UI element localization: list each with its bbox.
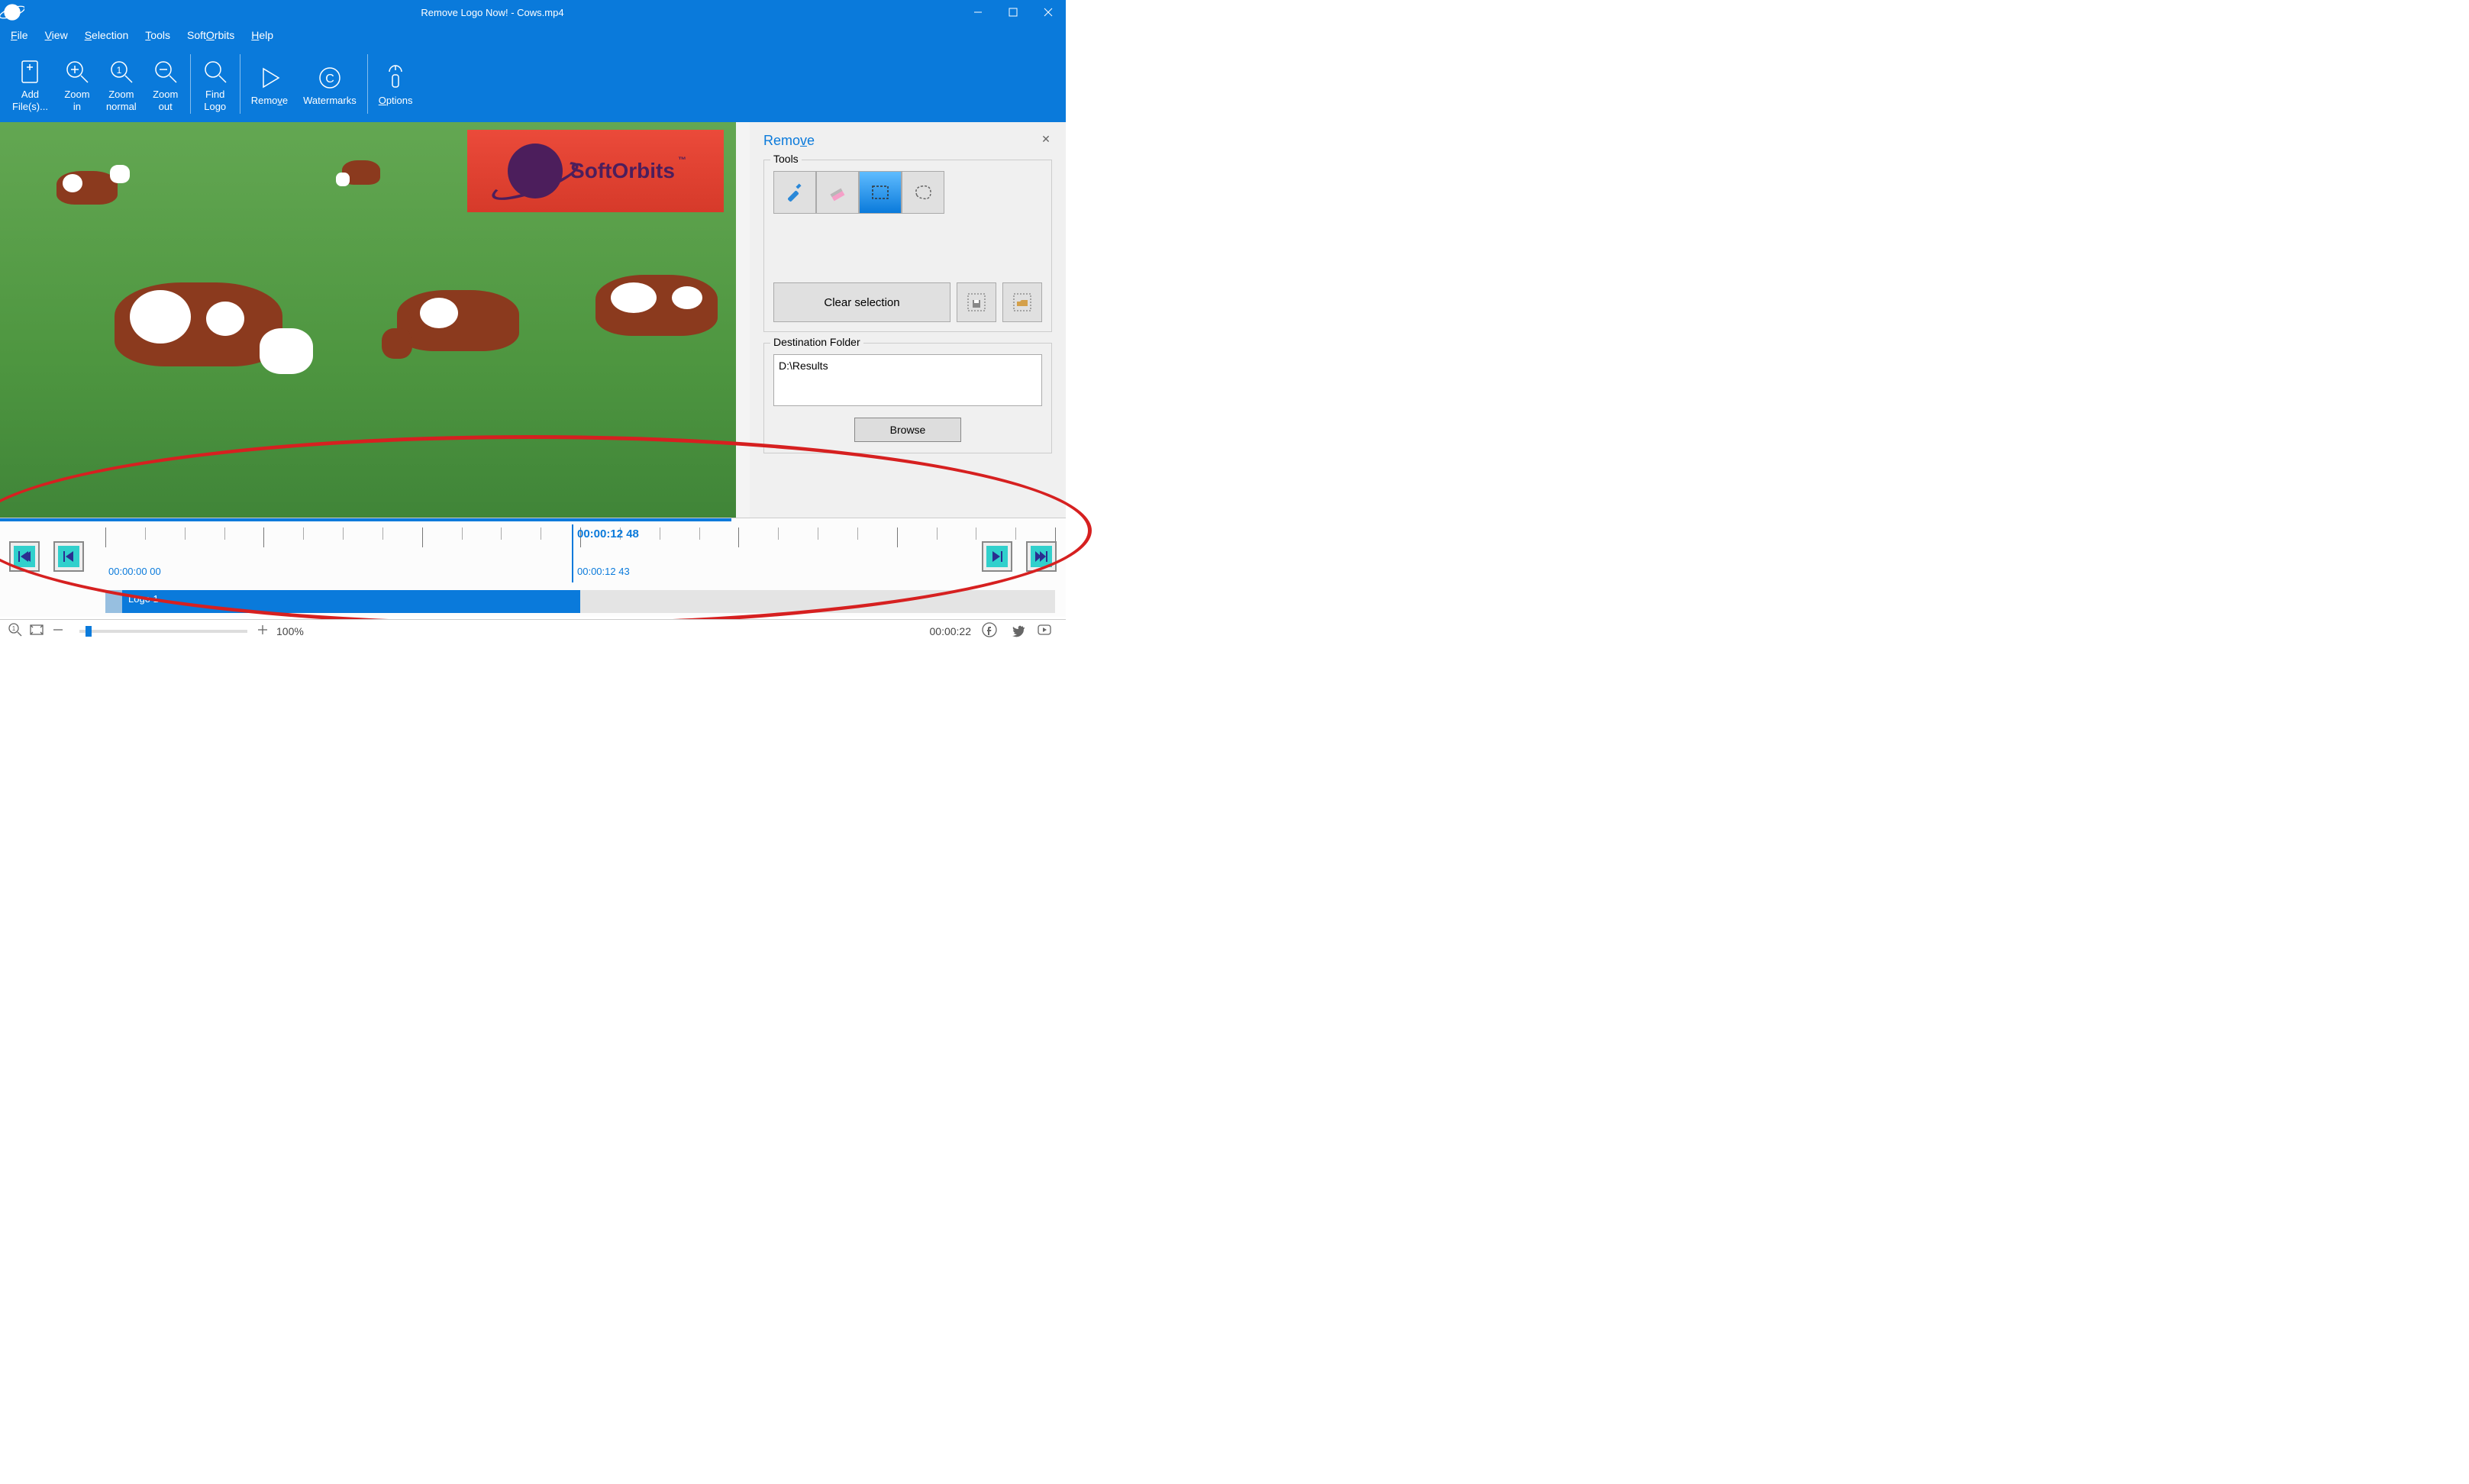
zoom-slider[interactable] [79, 630, 247, 633]
tools-group: Tools Clear selection [763, 160, 1052, 332]
zoom-actual-icon[interactable]: 1 [8, 622, 23, 640]
timeline-marker-bottom-timestamp: 00:00:12 43 [577, 566, 630, 577]
add-file-icon [16, 55, 44, 89]
find-logo-icon [202, 55, 229, 89]
options-button[interactable]: Options [371, 56, 421, 111]
zoom-minus-icon[interactable] [50, 622, 66, 640]
options-icon [382, 61, 409, 95]
menu-softorbits[interactable]: SoftOrbits [187, 29, 234, 41]
freeform-select-tool-button[interactable] [902, 171, 944, 214]
add-files-button[interactable]: AddFile(s)... [5, 50, 56, 117]
video-preview[interactable]: SoftOrbits™ [0, 122, 736, 518]
logo-clip[interactable]: Logo 1 [122, 590, 580, 613]
panel-title: Remove [763, 133, 1052, 149]
logo-watermark-overlay: SoftOrbits™ [467, 130, 724, 212]
menu-file[interactable]: File [11, 29, 28, 41]
playhead[interactable] [572, 524, 573, 582]
panel-close-button[interactable]: ✕ [1040, 133, 1052, 145]
zoom-out-icon [152, 55, 179, 89]
zoom-plus-icon[interactable] [255, 622, 270, 640]
browse-button[interactable]: Browse [854, 418, 961, 442]
rectangle-select-tool-button[interactable] [859, 171, 902, 214]
zoom-fit-icon[interactable] [29, 622, 44, 640]
timeline-marker-top-timestamp: 00:00:12 48 [577, 527, 639, 540]
app-icon [0, 0, 24, 24]
destination-path-input[interactable] [773, 354, 1042, 406]
youtube-icon[interactable] [1037, 622, 1052, 640]
remove-button[interactable]: Remove [244, 56, 295, 111]
load-selection-button[interactable] [1002, 282, 1042, 322]
eraser-tool-button[interactable] [816, 171, 859, 214]
zoom-normal-button[interactable]: 1 Zoomnormal [98, 50, 144, 117]
ribbon-separator [367, 54, 368, 114]
facebook-icon[interactable] [982, 622, 997, 640]
rewind-to-start-button[interactable] [9, 541, 40, 572]
destination-legend: Destination Folder [770, 336, 863, 348]
svg-text:1: 1 [12, 625, 16, 632]
window-title: Remove Logo Now! - Cows.mp4 [24, 7, 960, 18]
zoom-out-button[interactable]: Zoomout [144, 50, 187, 117]
menu-tools[interactable]: Tools [145, 29, 170, 41]
svg-text:C: C [325, 73, 334, 85]
menu-bar: File View Selection Tools SoftOrbits Hel… [0, 24, 1066, 46]
ribbon-toolbar: AddFile(s)... Zoomin 1 Zoomnormal Zoomou… [0, 46, 1066, 122]
menu-view[interactable]: View [45, 29, 68, 41]
close-button[interactable] [1031, 0, 1066, 24]
save-selection-button[interactable] [957, 282, 996, 322]
title-bar: Remove Logo Now! - Cows.mp4 [0, 0, 1066, 24]
vertical-scrollbar[interactable] [736, 122, 750, 518]
timeline-start-timestamp: 00:00:00 00 [108, 566, 161, 577]
zoom-percent-label: 100% [276, 625, 304, 637]
duration-label: 00:00:22 [930, 625, 972, 637]
watermarks-icon: C [316, 61, 344, 95]
destination-group: Destination Folder Browse [763, 343, 1052, 453]
twitter-icon[interactable] [1009, 622, 1025, 640]
minimize-button[interactable] [960, 0, 996, 24]
ribbon-separator [190, 54, 191, 114]
step-back-button[interactable] [53, 541, 84, 572]
menu-help[interactable]: Help [251, 29, 273, 41]
menu-selection[interactable]: Selection [85, 29, 129, 41]
maximize-button[interactable] [996, 0, 1031, 24]
zoom-normal-icon: 1 [108, 55, 135, 89]
tools-legend: Tools [770, 153, 802, 165]
marker-tool-button[interactable] [773, 171, 816, 214]
play-icon [256, 61, 283, 95]
logo-track[interactable]: Logo 1 [105, 590, 1055, 613]
side-panel: Remove ✕ Tools Clear selection Destinati… [750, 122, 1066, 518]
zoom-in-button[interactable]: Zoomin [56, 50, 98, 117]
zoom-in-icon [63, 55, 91, 89]
clear-selection-button[interactable]: Clear selection [773, 282, 950, 322]
watermarks-button[interactable]: C Watermarks [295, 56, 364, 111]
fast-forward-to-end-button[interactable] [1026, 541, 1057, 572]
step-forward-button[interactable] [982, 541, 1012, 572]
svg-text:1: 1 [116, 65, 121, 76]
find-logo-button[interactable]: FindLogo [194, 50, 237, 117]
timeline: 00:00:00 00 00:00:12 48 00:00:12 43 Logo… [0, 518, 1066, 617]
status-bar: 1 100% 00:00:22 [0, 619, 1066, 642]
